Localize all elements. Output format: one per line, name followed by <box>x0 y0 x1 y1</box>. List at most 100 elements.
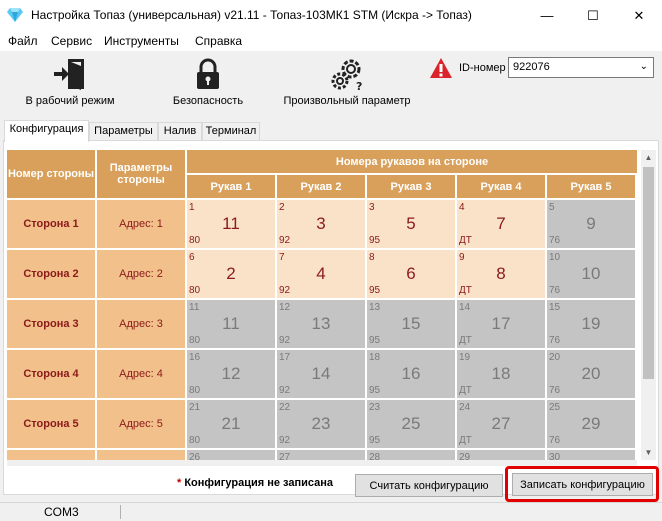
header-side-params: Параметры стороны <box>97 150 185 198</box>
fuel-grade: ДТ <box>459 435 472 446</box>
hose-number: 20 <box>549 352 561 363</box>
hose-cell[interactable]: 6 2 80 <box>187 250 275 298</box>
hose-cell[interactable]: 1 11 80 <box>187 200 275 248</box>
fuel-grade: 95 <box>369 385 381 396</box>
padlock-icon <box>197 58 219 89</box>
tab-filling[interactable]: Налив <box>158 122 202 141</box>
id-value: 922076 <box>513 61 550 73</box>
hose-cell[interactable]: 17 14 92 <box>277 350 365 398</box>
hose-cell[interactable]: 5 9 76 <box>547 200 635 248</box>
config-panel: Номер стороны Параметры стороны Номера р… <box>3 140 659 495</box>
hose-number: 11 <box>189 302 200 313</box>
close-button[interactable]: ✕ <box>616 0 662 31</box>
notice-text: Конфигурация не записана <box>184 477 333 489</box>
fuel-grade: 92 <box>279 335 291 346</box>
hose-cell[interactable]: 29 <box>457 450 545 460</box>
read-config-button[interactable]: Считать конфигурацию <box>355 474 503 497</box>
hose-number: 21 <box>189 402 201 413</box>
minimize-button[interactable]: — <box>524 0 570 31</box>
side-address-6[interactable] <box>97 450 185 460</box>
hose-big-number: 11 <box>222 314 240 333</box>
scroll-up-icon[interactable]: ▲ <box>641 150 656 165</box>
work-mode-button[interactable]: В рабочий режим <box>20 51 120 117</box>
hose-cell[interactable]: 14 17 ДТ <box>457 300 545 348</box>
hose-big-number: 15 <box>401 314 421 333</box>
hose-big-number: 8 <box>496 264 506 283</box>
id-select[interactable]: 922076 ⌄ <box>508 57 654 78</box>
scroll-down-icon[interactable]: ▼ <box>641 445 656 460</box>
hose-cell[interactable]: 30 <box>547 450 635 460</box>
tab-configuration[interactable]: Конфигурация <box>4 120 89 142</box>
hose-number: 1 <box>189 202 195 213</box>
side-address-4[interactable]: Адрес: 4 <box>97 350 185 398</box>
hose-number: 12 <box>279 302 291 313</box>
hose-cell[interactable]: 26 <box>187 450 275 460</box>
custom-param-button[interactable]: ? Произвольный параметр <box>280 51 414 117</box>
scroll-thumb[interactable] <box>643 167 654 379</box>
hose-cell[interactable]: 7 4 92 <box>277 250 365 298</box>
hose-number: 15 <box>549 302 561 313</box>
hose-cell[interactable]: 21 21 80 <box>187 400 275 448</box>
fuel-grade: 92 <box>279 235 291 246</box>
close-icon: ✕ <box>633 7 645 23</box>
hose-cell[interactable]: 20 20 76 <box>547 350 635 398</box>
hose-cell[interactable]: 3 5 95 <box>367 200 455 248</box>
hose-big-number: 14 <box>311 364 331 383</box>
fuel-grade: 95 <box>369 235 381 246</box>
hose-cell[interactable]: 22 23 92 <box>277 400 365 448</box>
side-cell-5[interactable]: Сторона 5 <box>7 400 95 448</box>
fuel-grade: 80 <box>189 235 201 246</box>
menu-file[interactable]: Файл <box>8 34 38 48</box>
hose-cell[interactable]: 10 10 76 <box>547 250 635 298</box>
hose-cell[interactable]: 27 <box>277 450 365 460</box>
side-address-5[interactable]: Адрес: 5 <box>97 400 185 448</box>
tab-parameters[interactable]: Параметры <box>89 122 158 141</box>
header-hose-1: Рукав 1 <box>187 175 275 198</box>
hose-cell[interactable]: 23 25 95 <box>367 400 455 448</box>
gear-question-icon: ? <box>331 59 362 91</box>
side-cell-3[interactable]: Сторона 3 <box>7 300 95 348</box>
menu-help[interactable]: Справка <box>195 34 242 48</box>
hose-number: 26 <box>189 452 201 460</box>
hose-cell[interactable]: 19 18 ДТ <box>457 350 545 398</box>
custom-param-label: Произвольный параметр <box>283 95 411 107</box>
maximize-icon: ☐ <box>587 7 599 23</box>
menu-tools[interactable]: Инструменты <box>104 34 179 48</box>
status-divider <box>120 505 121 519</box>
vertical-scrollbar[interactable]: ▲ ▼ <box>641 150 656 460</box>
title-bar: Настройка Топаз (универсальная) v21.11 -… <box>0 0 662 31</box>
maximize-button[interactable]: ☐ <box>570 0 616 31</box>
unsaved-notice: * Конфигурация не записана <box>177 477 333 489</box>
diamond-app-icon <box>7 8 23 22</box>
side-address-3[interactable]: Адрес: 3 <box>97 300 185 348</box>
header-hose-group: Номера рукавов на стороне <box>187 150 637 173</box>
menu-service[interactable]: Сервис <box>51 34 92 48</box>
fuel-grade: 80 <box>189 435 201 446</box>
hose-cell[interactable]: 28 <box>367 450 455 460</box>
hose-cell[interactable]: 2 3 92 <box>277 200 365 248</box>
side-cell-2[interactable]: Сторона 2 <box>7 250 95 298</box>
hose-number: 3 <box>369 202 375 213</box>
hose-big-number: 29 <box>581 414 601 433</box>
hose-cell[interactable]: 16 12 80 <box>187 350 275 398</box>
side-cell-4[interactable]: Сторона 4 <box>7 350 95 398</box>
hose-cell[interactable]: 8 6 95 <box>367 250 455 298</box>
hose-cell[interactable]: 9 8 ДТ <box>457 250 545 298</box>
hose-cell[interactable]: 24 27 ДТ <box>457 400 545 448</box>
hose-number: 2 <box>279 202 285 213</box>
hose-cell[interactable]: 25 29 76 <box>547 400 635 448</box>
side-address-2[interactable]: Адрес: 2 <box>97 250 185 298</box>
hose-cell[interactable]: 11 11 80 <box>187 300 275 348</box>
hose-cell[interactable]: 12 13 92 <box>277 300 365 348</box>
hose-cell[interactable]: 4 7 ДТ <box>457 200 545 248</box>
side-address-1[interactable]: Адрес: 1 <box>97 200 185 248</box>
hose-cell[interactable]: 15 19 76 <box>547 300 635 348</box>
hose-big-number: 3 <box>316 214 326 233</box>
side-cell-6[interactable] <box>7 450 95 460</box>
fuel-grade: 80 <box>189 285 201 296</box>
hose-cell[interactable]: 13 15 95 <box>367 300 455 348</box>
hose-cell[interactable]: 18 16 95 <box>367 350 455 398</box>
side-cell-1[interactable]: Сторона 1 <box>7 200 95 248</box>
security-button[interactable]: Безопасность <box>158 51 258 117</box>
tab-terminal[interactable]: Терминал <box>202 122 260 141</box>
